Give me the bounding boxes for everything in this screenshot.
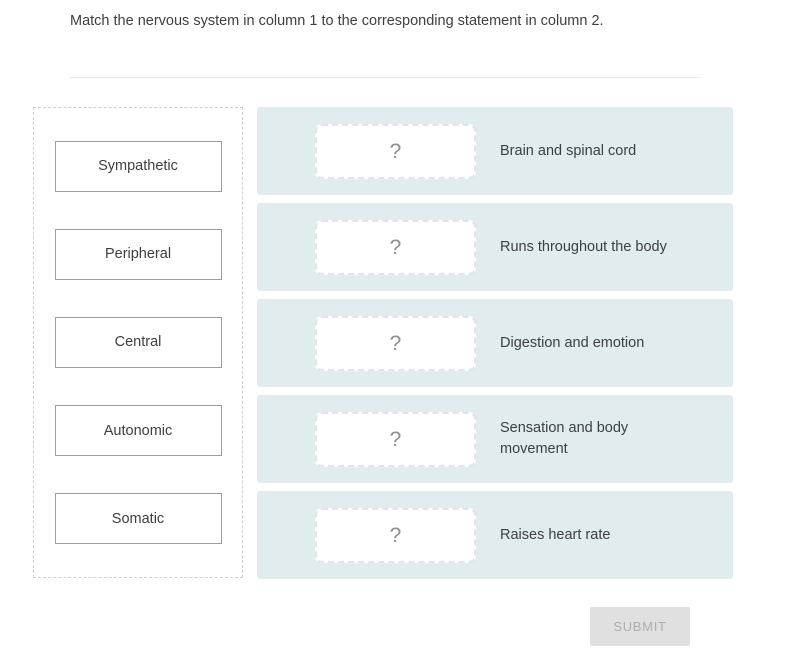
statement-text: Brain and spinal cord xyxy=(500,142,637,159)
drop-zone-5[interactable]: ? xyxy=(315,507,476,563)
statement-text: Sensation and body movement xyxy=(500,420,629,457)
drop-zone-3[interactable]: ? xyxy=(315,315,476,371)
draggable-card-4[interactable]: Autonomic xyxy=(54,405,222,457)
match-row: ? Runs throughout the body xyxy=(257,203,733,291)
statement-text: Digestion and emotion xyxy=(500,334,645,351)
header-divider xyxy=(70,77,700,78)
draggable-card-3[interactable]: Central xyxy=(54,316,222,368)
question-mark-icon: ? xyxy=(389,235,402,259)
drop-zone-2[interactable]: ? xyxy=(315,219,476,275)
question-mark-icon: ? xyxy=(389,331,402,355)
column1-source-zone[interactable]: Sympathetic Peripheral Central Autonomic… xyxy=(33,107,243,578)
match-row: ? Raises heart rate xyxy=(257,491,733,579)
card-label: Central xyxy=(114,334,162,351)
card-label: Peripheral xyxy=(104,246,172,263)
question-prompt: Match the nervous system in column 1 to … xyxy=(70,13,604,29)
column1-card-list: Sympathetic Peripheral Central Autonomic… xyxy=(34,108,242,577)
statement-text: Runs throughout the body xyxy=(500,238,667,255)
card-label: Sympathetic xyxy=(98,158,178,175)
draggable-card-5[interactable]: Somatic xyxy=(54,493,222,545)
submit-button[interactable]: SUBMIT xyxy=(590,607,690,646)
drop-zone-4[interactable]: ? xyxy=(315,411,476,467)
match-row: ? Digestion and emotion xyxy=(257,299,733,387)
draggable-card-2[interactable]: Peripheral xyxy=(54,228,222,280)
question-mark-icon: ? xyxy=(389,139,402,163)
match-row: ? Brain and spinal cord xyxy=(257,107,733,195)
column2-match-rows: ? Brain and spinal cord ? Runs throughou… xyxy=(257,107,733,579)
card-label: Somatic xyxy=(111,510,165,527)
question-mark-icon: ? xyxy=(389,427,402,451)
drop-zone-1[interactable]: ? xyxy=(315,123,476,179)
question-mark-icon: ? xyxy=(389,523,402,547)
match-row: ? Sensation and body movement xyxy=(257,395,733,483)
draggable-card-1[interactable]: Sympathetic xyxy=(54,140,222,192)
card-label: Autonomic xyxy=(103,422,173,439)
statement-text: Raises heart rate xyxy=(500,526,611,543)
